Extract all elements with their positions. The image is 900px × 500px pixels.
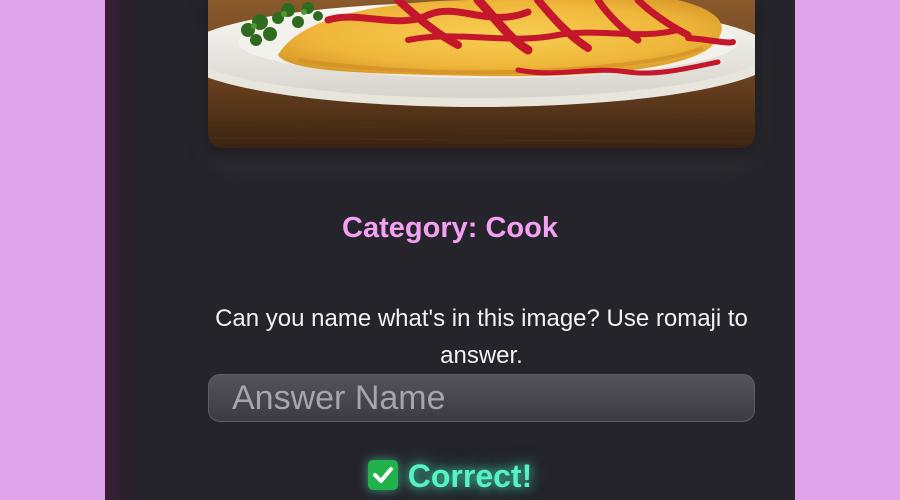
quiz-image bbox=[208, 0, 755, 148]
card-edge bbox=[105, 0, 137, 500]
quiz-card: Category: Cook Can you name what's in th… bbox=[105, 0, 795, 500]
question-text: Can you name what's in this image? Use r… bbox=[215, 305, 748, 369]
result-text: Correct! bbox=[407, 458, 533, 494]
result-message: Correct! bbox=[105, 458, 795, 495]
category-label: Category: Cook bbox=[342, 212, 558, 244]
answer-input[interactable] bbox=[208, 374, 755, 422]
check-icon bbox=[367, 460, 398, 490]
omelette-image bbox=[208, 0, 755, 148]
